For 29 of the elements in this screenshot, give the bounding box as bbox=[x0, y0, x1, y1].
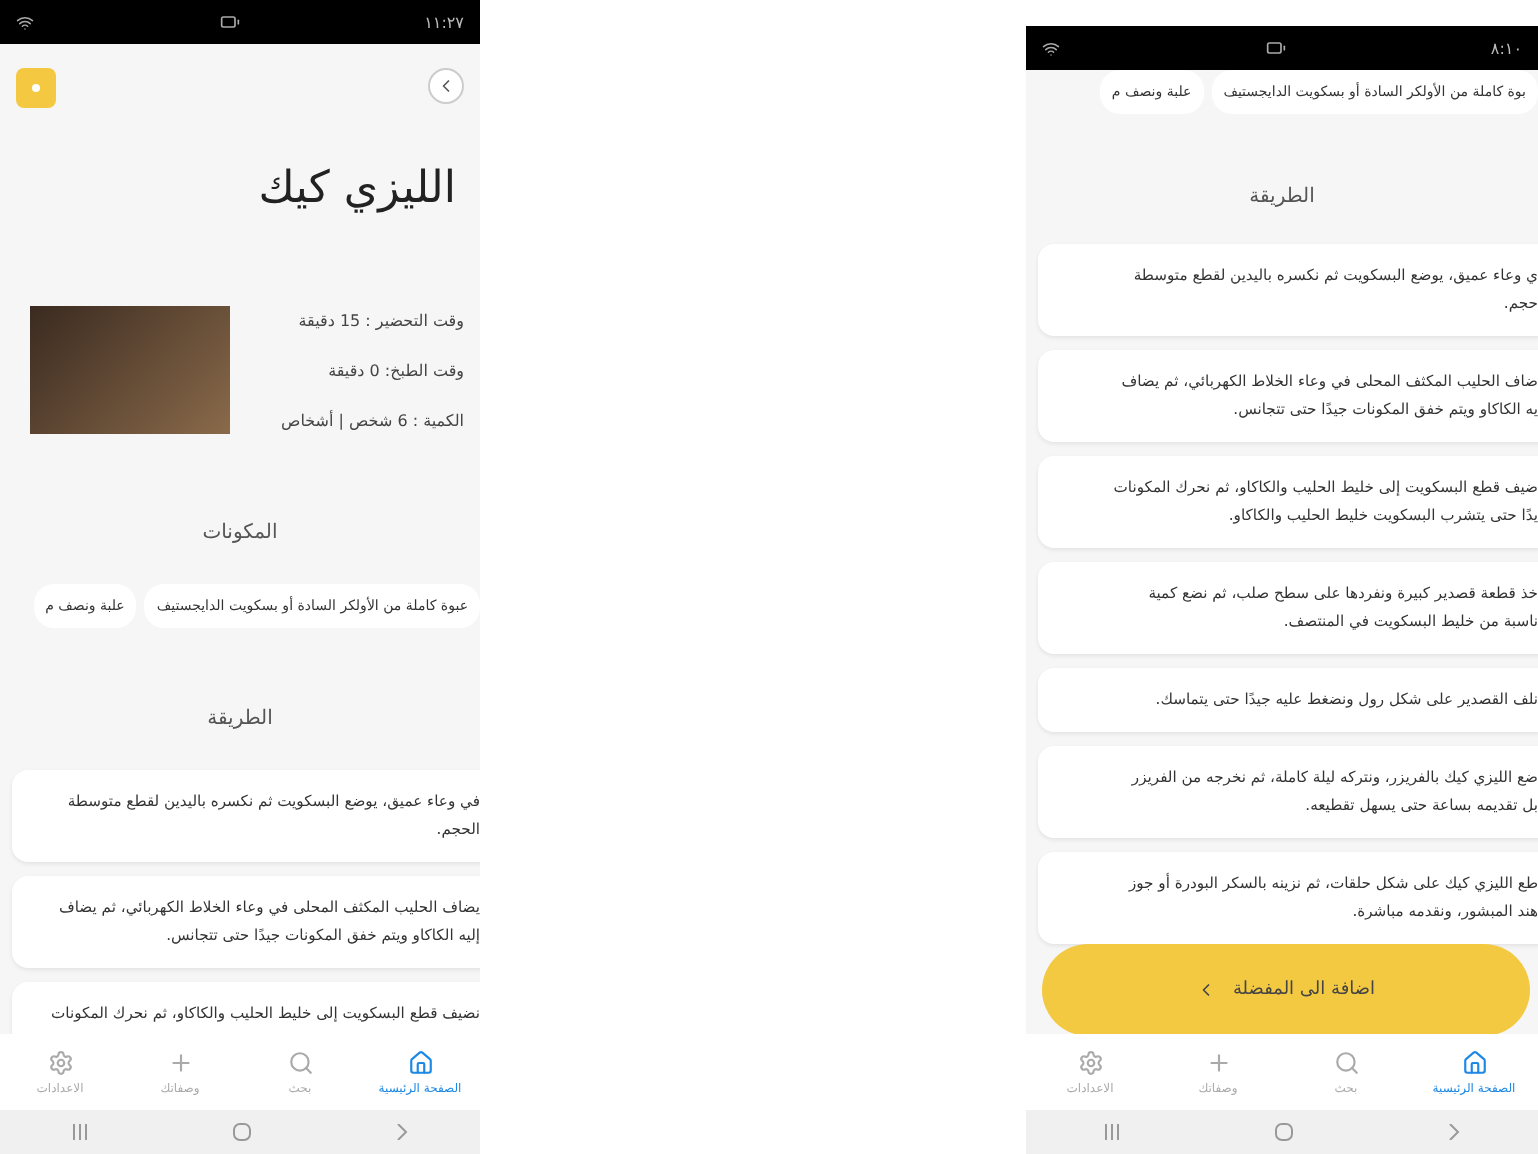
battery-icon bbox=[219, 12, 240, 32]
section-heading: المكونات bbox=[200, 520, 280, 544]
recipe-info: الكمية : 6 شخص | أشخاص bbox=[281, 411, 464, 429]
favorite-button[interactable] bbox=[16, 68, 56, 108]
back-button[interactable] bbox=[428, 68, 464, 104]
settings-icon bbox=[1077, 1049, 1103, 1075]
home-icon bbox=[1461, 1049, 1487, 1075]
recent-apps-icon[interactable] bbox=[72, 1124, 88, 1140]
add-to-favorites-button[interactable]: اضافة الى المفضلة bbox=[1042, 944, 1530, 1034]
recipe-info: وقت الطبخ: 0 دقيقة bbox=[326, 361, 464, 379]
search-icon bbox=[287, 1049, 313, 1075]
recent-apps-icon[interactable] bbox=[1103, 1124, 1120, 1140]
home-icon bbox=[407, 1049, 433, 1075]
dot-icon bbox=[32, 84, 40, 92]
recipe-title: الليزي كيك bbox=[256, 162, 458, 214]
settings-icon bbox=[47, 1049, 73, 1075]
status-icons-icon bbox=[1042, 39, 1060, 57]
search-icon bbox=[1333, 1049, 1359, 1075]
status-time: ٨:١٠ bbox=[1490, 39, 1522, 57]
section-heading: الطريقة bbox=[1247, 184, 1317, 208]
back-chevron-icon[interactable] bbox=[396, 1124, 408, 1140]
plus-icon bbox=[1205, 1049, 1231, 1075]
plus-icon bbox=[167, 1049, 193, 1075]
back-chevron-icon[interactable] bbox=[1448, 1124, 1461, 1140]
status-icons-icon bbox=[16, 13, 34, 31]
battery-icon bbox=[1265, 38, 1286, 58]
status-time: ١١:٢٧ bbox=[424, 13, 464, 31]
section-heading: الطريقة bbox=[205, 706, 275, 730]
recipe-info: وقت التحضير : 15 دقيقة bbox=[296, 311, 464, 329]
